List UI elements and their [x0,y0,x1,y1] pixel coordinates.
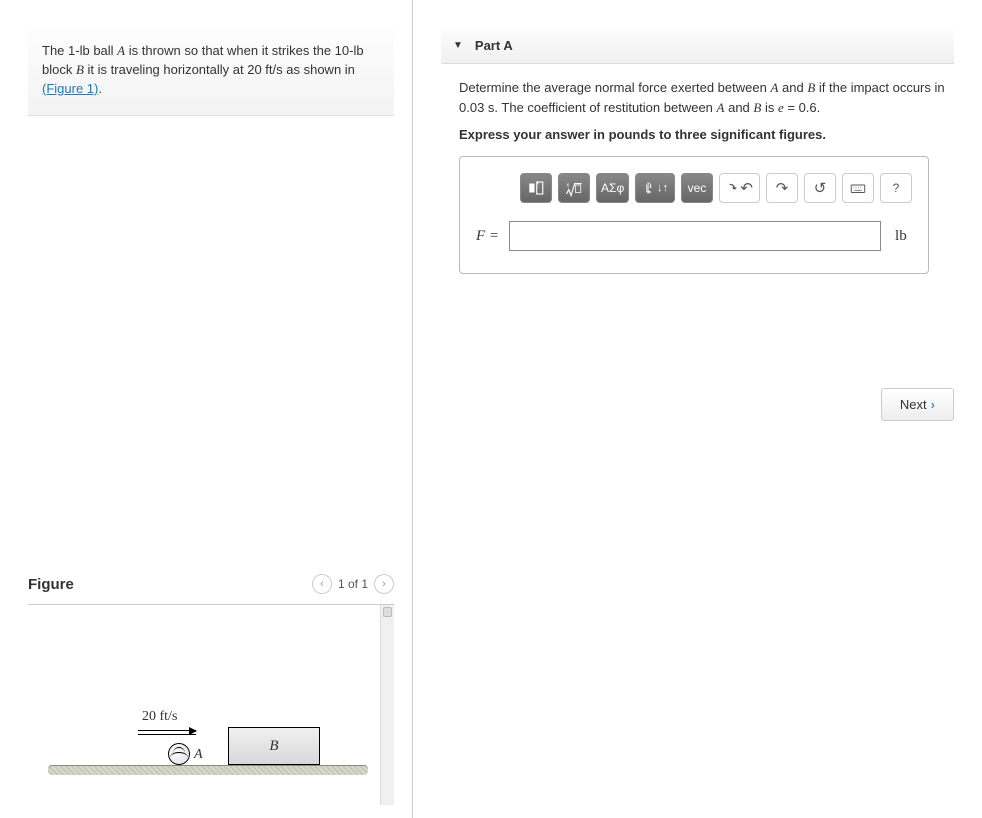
next-button[interactable]: Next › [881,388,954,421]
svg-text:x: x [537,180,540,185]
block-label: B [269,738,278,755]
answer-format: Express your answer in pounds to three s… [459,127,954,142]
text: is thrown so that when it strikes the 10… [125,43,353,58]
ball-icon [168,743,190,765]
speed-unit: ft/s [265,62,282,77]
text: ball [90,43,117,58]
greek-letters-button[interactable]: ΑΣφ [596,173,629,203]
figure-link[interactable]: (Figure 1) [42,81,98,96]
question-text: Determine the average normal force exert… [459,78,954,117]
ground-icon [48,765,368,775]
problem-statement: The 1-lb ball A is thrown so that when i… [28,28,394,116]
help-button[interactable]: ? [880,173,912,203]
velocity-arrow-icon [138,730,196,731]
unit: lb [353,43,363,58]
label: vec [688,181,707,195]
part-title: Part A [475,38,513,53]
chevron-right-icon: › [931,397,935,412]
subscript-button[interactable]: ↓↑ [635,173,675,203]
text: = 0.6. [784,100,821,115]
answer-input[interactable] [509,221,881,251]
pager-next-button[interactable]: › [374,574,394,594]
pager-counter: 1 of 1 [338,577,368,591]
redo-button[interactable]: ↷ [766,173,798,203]
equation-label: F = [476,228,499,245]
text: The 1- [42,43,80,58]
var-B: B [76,62,84,77]
text: and [778,80,807,95]
ball-label: A [194,747,203,763]
vector-button[interactable]: vec [681,173,713,203]
part-header[interactable]: ▼ Part A [441,28,954,64]
text: . [98,81,102,96]
text: Determine the average normal force exert… [459,80,770,95]
reset-button[interactable]: ↺ [804,173,836,203]
figure-body: 20 ft/s A B [28,605,394,805]
text: it is traveling horizontally at 20 [84,62,265,77]
root-fraction-button[interactable]: x [558,173,590,203]
text: block [42,62,76,77]
text: as shown in [283,62,355,77]
text: is [761,100,778,115]
equation-toolbar: x x ΑΣφ ↓↑ vec ↶ ↷ ↺ [520,173,912,203]
figure-scrollbar[interactable] [380,605,394,805]
undo-button[interactable]: ↶ [719,173,760,203]
answer-box: x x ΑΣφ ↓↑ vec ↶ ↷ ↺ [459,156,929,274]
label: ? [893,181,900,195]
unit: lb [80,43,90,58]
figure-title: Figure [28,576,74,593]
pager-prev-button[interactable]: ‹ [312,574,332,594]
text: . The coefficient of restitution between [494,100,716,115]
label: Next [900,397,927,412]
figure-pager: ‹ 1 of 1 › [312,574,394,594]
svg-text:x: x [567,183,570,189]
velocity-arrow-underline [138,734,196,735]
label: ΑΣφ [601,181,624,195]
collapse-caret-icon: ▼ [453,40,463,51]
figure-section: Figure ‹ 1 of 1 › 20 ft/s A B [28,568,394,818]
block-icon: B [228,727,320,765]
template-picker-button[interactable]: x [520,173,552,203]
keyboard-button[interactable] [842,173,874,203]
figure-diagram: 20 ft/s A B [48,665,368,785]
text: and [724,100,753,115]
var-A: A [117,43,125,58]
speed-label: 20 ft/s [142,709,177,725]
answer-unit: lb [895,228,907,245]
